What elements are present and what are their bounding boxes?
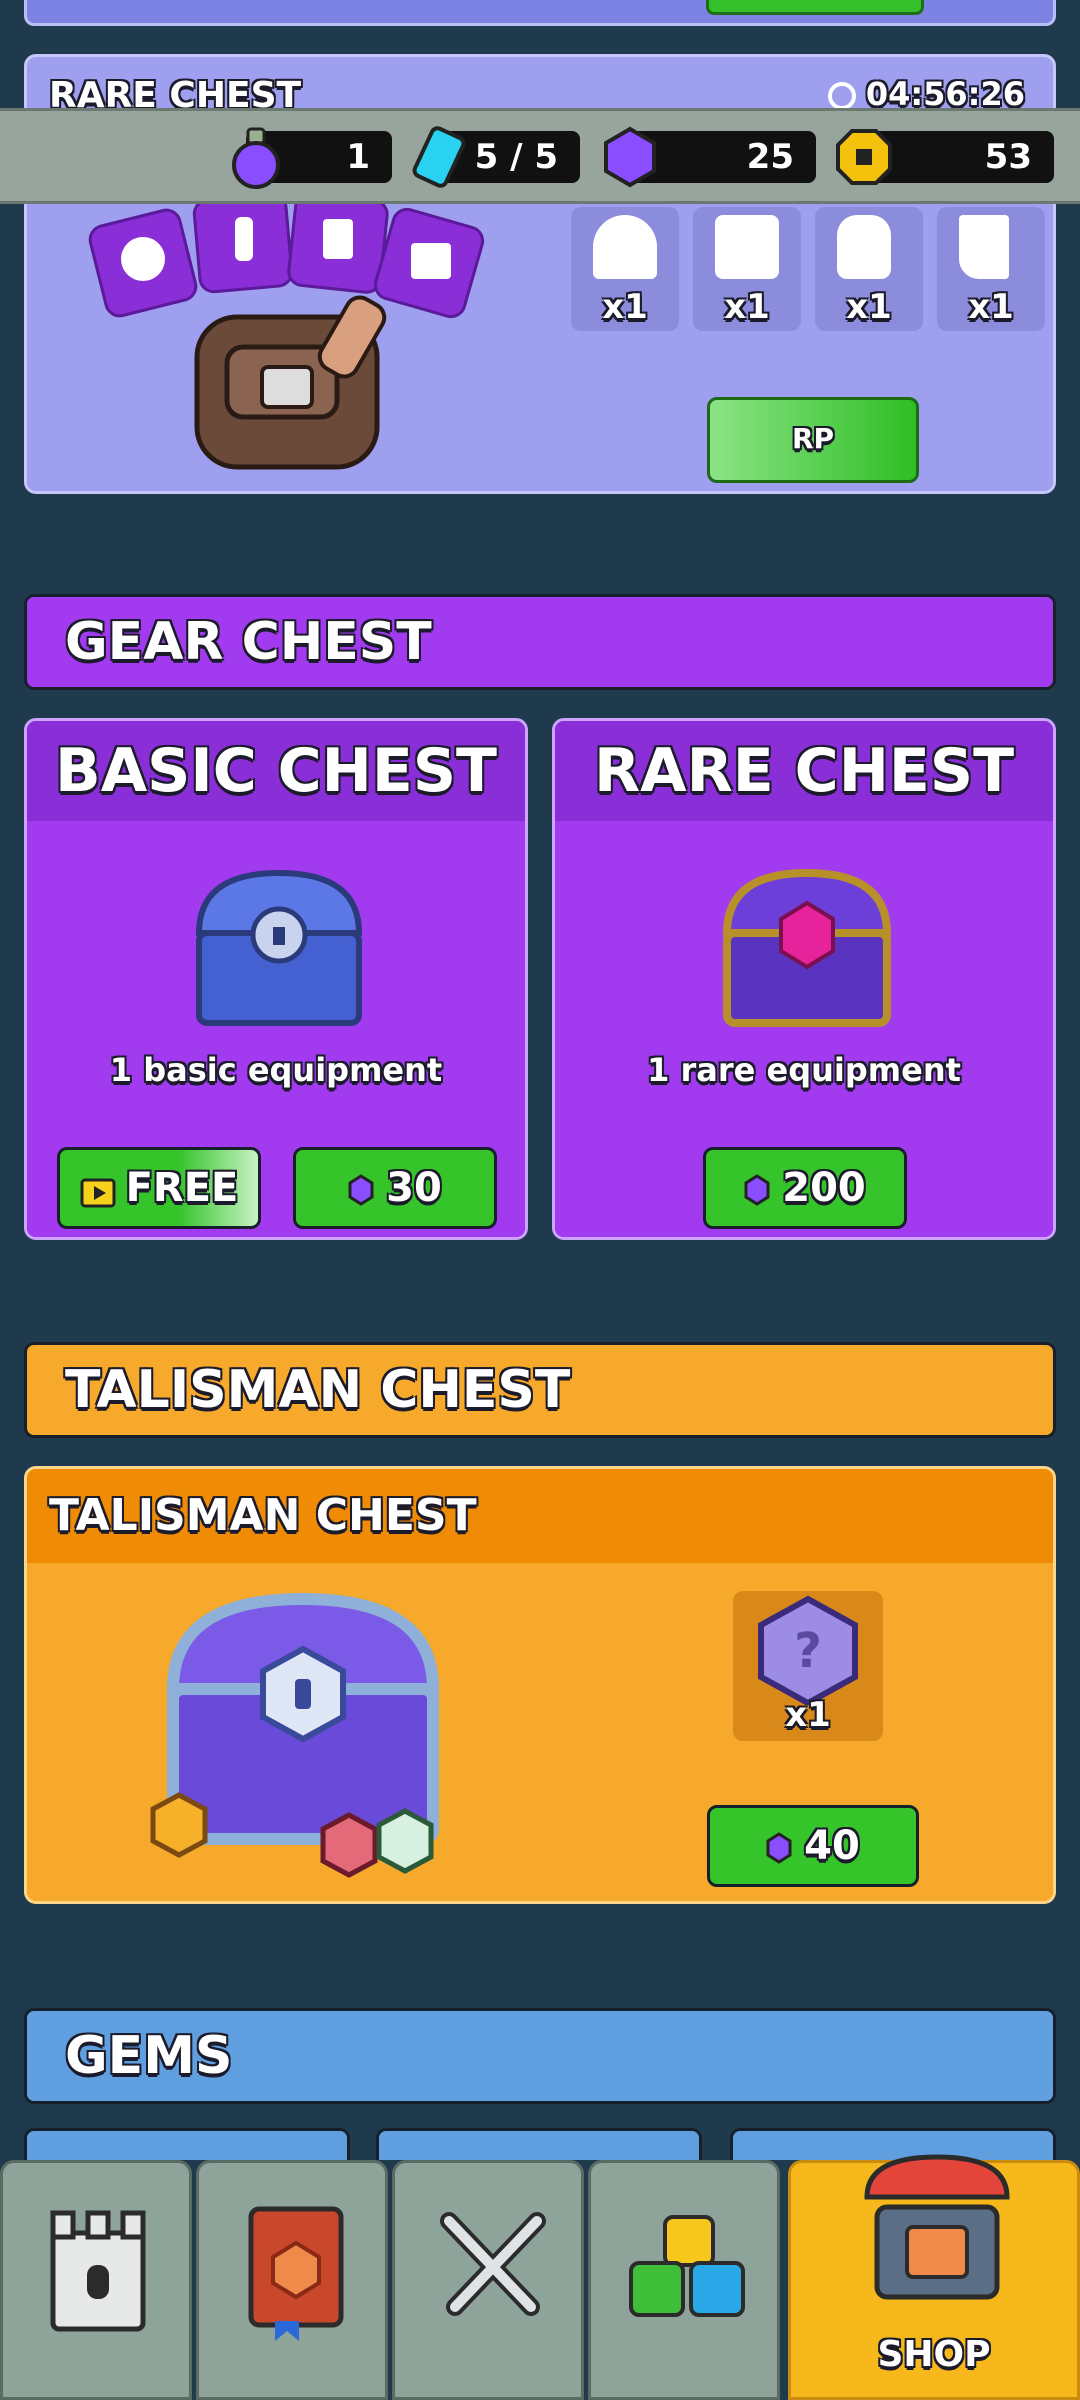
loot-bag-icon: [194, 295, 387, 470]
blocks-icon: [629, 2215, 745, 2317]
book-icon: [248, 2206, 344, 2341]
helmet-icon: [593, 215, 657, 279]
reward-slot-glove: x1: [815, 207, 923, 331]
swords-icon: [440, 2212, 546, 2316]
resource-bar: 1 5 / 5 25 53: [0, 108, 1080, 204]
bottom-navigation: SHOP: [0, 2154, 1080, 2400]
gem-counter[interactable]: 25: [604, 126, 816, 188]
talisman-chest-gem-buy-button[interactable]: 40: [707, 1805, 919, 1887]
reward-slot-boot: x1: [937, 207, 1045, 331]
glove-icon: [837, 215, 891, 279]
basic-chest-card: BASIC CHEST 1 basic equipment FREE 30: [24, 718, 528, 1240]
rare-chest-description: 1 rare equipment: [647, 1051, 961, 1089]
shop-label: SHOP: [877, 2334, 991, 2375]
nav-tab-book[interactable]: [196, 2160, 388, 2400]
shop-icon: [864, 2154, 1010, 2300]
ticket-icon: [412, 126, 466, 188]
ticket-counter[interactable]: 5 / 5: [412, 126, 580, 188]
reward-slot-helmet: x1: [571, 207, 679, 331]
talisman-chest-section-header: TALISMAN CHEST: [24, 1342, 1056, 1438]
castle-icon: [50, 2210, 146, 2332]
gear-chest-section-header: GEAR CHEST: [24, 594, 1056, 690]
boot-icon: [959, 215, 1009, 279]
potion-counter[interactable]: 1: [232, 127, 392, 189]
basic-chest-gem-buy-button[interactable]: 30: [293, 1147, 497, 1229]
rare-chest-title: RARE CHEST: [555, 721, 1053, 821]
talisman-chest-card: TALISMAN CHEST ? x1 40: [24, 1466, 1056, 1904]
gem-icon: [604, 126, 656, 188]
basic-chest-free-button[interactable]: FREE: [57, 1147, 261, 1229]
rare-offer-buy-button[interactable]: RP 40.000,00: [707, 397, 919, 483]
gems-section-header: GEMS: [24, 2008, 1056, 2104]
basic-chest-title: BASIC CHEST: [27, 721, 525, 821]
talisman-chest-icon: [150, 1592, 440, 1878]
rare-chest-gem-buy-button[interactable]: 200: [703, 1147, 907, 1229]
rare-chest-icon: [722, 868, 892, 1027]
previous-offer-buy-button[interactable]: [706, 0, 924, 15]
basic-chest-icon: [195, 869, 363, 1026]
gem-icon: [744, 1174, 770, 1206]
basic-chest-description: 1 basic equipment: [109, 1051, 443, 1089]
potion-icon: [232, 127, 280, 189]
talisman-reward-count: x1: [785, 1695, 831, 1735]
mystery-talisman-icon: ?: [758, 1595, 858, 1705]
nav-tab-castle[interactable]: [0, 2160, 192, 2400]
talisman-card-title: TALISMAN CHEST: [49, 1490, 477, 1541]
gem-icon: [766, 1832, 792, 1864]
rare-chest-card: RARE CHEST 1 rare equipment 200: [552, 718, 1056, 1240]
talisman-reward-slot: ? x1: [733, 1591, 883, 1741]
gem-icon: [348, 1174, 374, 1206]
coin-counter[interactable]: 53: [836, 129, 1054, 185]
svg-text:?: ?: [794, 1623, 822, 1679]
nav-tab-shop[interactable]: SHOP: [788, 2154, 1080, 2400]
nav-tab-blocks[interactable]: [588, 2160, 780, 2400]
coin-icon: [836, 129, 892, 185]
nav-tab-battle[interactable]: [392, 2160, 584, 2400]
video-ad-icon: [80, 1178, 116, 1208]
reward-slot-armor: x1: [693, 207, 801, 331]
armor-icon: [715, 215, 779, 279]
stopwatch-icon: [827, 82, 856, 110]
